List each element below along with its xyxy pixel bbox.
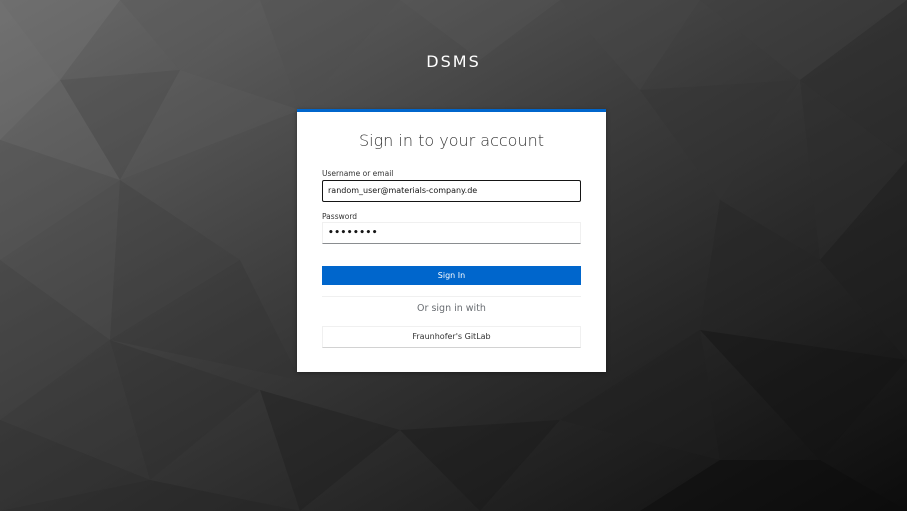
username-input[interactable]: random_user@materials-company.de <box>322 180 581 202</box>
login-heading: Sign in to your account <box>358 131 545 150</box>
alt-signin-text: Or sign in with <box>417 303 486 314</box>
login-card: Sign in to your account Username or emai… <box>297 109 606 372</box>
divider <box>322 296 581 297</box>
password-input[interactable]: •••••••• <box>322 222 581 244</box>
app-title: DSMS <box>426 52 481 71</box>
password-label: Password <box>322 212 358 221</box>
username-label: Username or email <box>322 169 394 178</box>
sign-in-button[interactable]: Sign In <box>322 266 581 285</box>
gitlab-signin-button[interactable]: Fraunhofer's GitLab <box>322 326 581 348</box>
